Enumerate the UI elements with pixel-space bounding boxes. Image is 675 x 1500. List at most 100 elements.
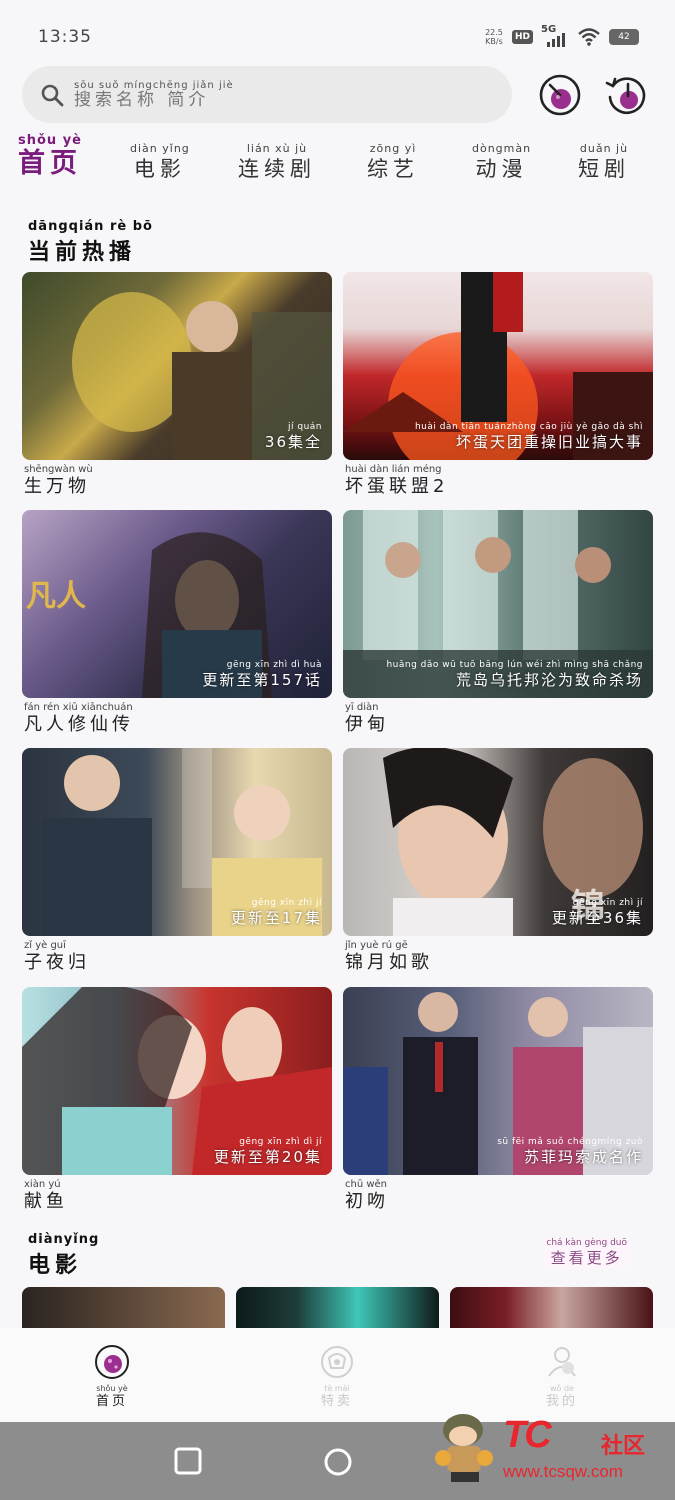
recents-icon[interactable] <box>174 1447 202 1475</box>
nav-sale[interactable]: tè mài 特卖 <box>297 1344 377 1410</box>
tab-variety[interactable]: zōng yì 综艺 <box>367 142 419 182</box>
badge-text: 更新至第157话 <box>202 671 322 689</box>
title-pinyin: jǐn yuè rú gē <box>345 940 408 951</box>
search-placeholder: sōu suǒ míngchēng jiǎn jiè 搜索名称 简介 <box>74 80 234 110</box>
title-pinyin: yī diàn <box>345 702 379 713</box>
card-title: 坏蛋联盟2 <box>345 476 449 497</box>
video-card[interactable]: 锦 gēng xīn zhì jí 更新至36集 jǐn yuè rú gē 锦月如… <box>343 748 653 974</box>
badge-pinyin: jí quán <box>288 422 322 432</box>
status-bar: 13:35 22.5 KB/s HD 5G 42 <box>0 0 675 62</box>
see-more-button[interactable]: chá kàn gèng duō 查看更多 <box>542 1238 631 1268</box>
screen: { "status": { "time": "13:35", "speed_to… <box>0 0 675 1500</box>
badge-text: 苏菲玛索成名作 <box>523 1148 643 1166</box>
search-bar[interactable]: sōu suǒ míngchēng jiǎn jiè 搜索名称 简介 <box>22 66 512 123</box>
hd-icon: HD <box>511 30 533 44</box>
tab-anime[interactable]: dòngmàn 动漫 <box>472 142 531 182</box>
tab-series[interactable]: lián xù jù 连续剧 <box>238 142 316 182</box>
title-pinyin: zǐ yè guī <box>24 940 66 951</box>
video-card[interactable]: 凡人 gēng xīn zhì dì huà 更新至第157话 fán rén x… <box>22 510 332 736</box>
badge-pinyin: huāng dǎo wū tuō bāng lún wéi zhì mìng s… <box>386 660 643 670</box>
badge-text: 36集全 <box>264 433 322 451</box>
title-pinyin: chū wěn <box>345 1179 388 1190</box>
section-title: 当前热播 <box>28 240 137 265</box>
nav-home[interactable]: shǒu yè 首页 <box>72 1344 152 1410</box>
see-more-label: 查看更多 <box>550 1249 623 1267</box>
home-icon[interactable] <box>323 1447 353 1477</box>
badge-text: 更新至36集 <box>551 909 643 927</box>
poster: jí quán 36集全 <box>22 272 332 460</box>
tab-label: 电影 <box>133 157 186 181</box>
tab-movie[interactable]: diàn yǐng 电影 <box>130 142 190 182</box>
history-icon[interactable] <box>603 72 649 118</box>
section-title: 电影 <box>28 1253 83 1278</box>
planet-timer-icon[interactable] <box>537 72 583 118</box>
card-caption: yī diàn 伊甸 <box>343 702 653 736</box>
nav-profile[interactable]: wǒ de 我的 <box>522 1344 602 1410</box>
episode-badge: gēng xīn zhì jí 更新至36集 <box>552 898 643 928</box>
nav-label: 特卖 <box>320 1394 353 1409</box>
tab-label: 连续剧 <box>238 157 316 181</box>
nav-pinyin: shǒu yè <box>96 1384 128 1393</box>
episode-badge: huài dàn tiān tuánzhòng cāo jiù yè gǎo d… <box>415 422 643 452</box>
video-card[interactable]: gēng xīn zhì jí 更新至17集 zǐ yè guī 子夜归 <box>22 748 332 974</box>
card-caption: xiàn yú 献鱼 <box>22 1179 332 1213</box>
card-caption: fán rén xiū xiānchuán 凡人修仙传 <box>22 702 332 736</box>
section-pinyin: dāngqián rè bō <box>28 219 153 234</box>
wifi-icon <box>578 28 600 46</box>
tab-pinyin: shǒu yè <box>18 133 82 148</box>
tab-short[interactable]: duǎn jù 短剧 <box>578 142 630 182</box>
card-title: 生万物 <box>24 476 90 497</box>
speed-value: 22.5 <box>485 28 503 37</box>
badge-pinyin: huài dàn tiān tuánzhòng cāo jiù yè gǎo d… <box>414 422 643 432</box>
card-caption: zǐ yè guī 子夜归 <box>22 940 332 974</box>
badge-text: 更新至第20集 <box>213 1148 322 1166</box>
episode-badge: gēng xīn zhì dì huà 更新至第157话 <box>202 660 322 690</box>
clock: 13:35 <box>38 27 92 47</box>
card-caption: chū wěn 初吻 <box>343 1179 653 1213</box>
tab-pinyin: diàn yǐng <box>130 142 190 155</box>
episode-badge: gēng xīn zhì jí 更新至17集 <box>231 898 322 928</box>
see-more-pinyin: chá kàn gèng duō <box>546 1238 627 1248</box>
search-placeholder-text: 搜索名称 简介 <box>74 90 210 110</box>
poster: 锦 gēng xīn zhì jí 更新至36集 <box>343 748 653 936</box>
episode-badge: jí quán 36集全 <box>265 422 322 452</box>
badge-text: 荒岛乌托邦沦为致命杀场 <box>455 671 643 689</box>
speed-unit: KB/s <box>485 37 503 46</box>
tab-pinyin: duǎn jù <box>579 142 629 155</box>
episode-badge: huāng dǎo wū tuō bāng lún wéi zhì mìng s… <box>386 660 643 690</box>
section-movie-title: diànyǐng 电影 <box>28 1232 99 1279</box>
nav-pinyin: wǒ de <box>550 1384 574 1393</box>
network-speed: 22.5 KB/s <box>484 28 504 46</box>
badge-pinyin: gēng xīn zhì jí <box>251 898 322 908</box>
card-caption: jǐn yuè rú gē 锦月如歌 <box>343 940 653 974</box>
card-title: 伊甸 <box>345 714 389 735</box>
battery-icon: 42 <box>609 29 639 45</box>
video-card[interactable]: jí quán 36集全 shēngwàn wù 生万物 <box>22 272 332 498</box>
poster: huāng dǎo wū tuō bāng lún wéi zhì mìng s… <box>343 510 653 698</box>
nav-label: 首页 <box>95 1394 128 1409</box>
search-icon <box>41 84 64 107</box>
poster: gēng xīn zhì jí 更新至17集 <box>22 748 332 936</box>
video-card[interactable]: huài dàn tiān tuánzhòng cāo jiù yè gǎo d… <box>343 272 653 498</box>
video-card[interactable]: huāng dǎo wū tuō bāng lún wéi zhì mìng s… <box>343 510 653 736</box>
badge-text: 更新至17集 <box>230 909 322 927</box>
video-card[interactable]: sū fēi mǎ suǒ chéngmíng zuò 苏菲玛索成名作 chū w… <box>343 987 653 1213</box>
badge-pinyin: gēng xīn zhì dì jí <box>239 1137 322 1147</box>
tab-label: 短剧 <box>578 157 630 181</box>
watermark-text: 社区 <box>601 1434 646 1459</box>
tab-pinyin: zōng yì <box>369 142 417 155</box>
signal-icon: 5G <box>541 24 569 47</box>
title-pinyin: huài dàn lián méng <box>345 464 442 475</box>
video-card[interactable]: gēng xīn zhì dì jí 更新至第20集 xiàn yú 献鱼 <box>22 987 332 1213</box>
tab-home[interactable]: shǒu yè 首页 <box>18 134 82 180</box>
badge-pinyin: gēng xīn zhì jí <box>572 898 643 908</box>
poster: sū fēi mǎ suǒ chéngmíng zuò 苏菲玛索成名作 <box>343 987 653 1175</box>
badge-pinyin: gēng xīn zhì dì huà <box>226 660 322 670</box>
poster: huài dàn tiān tuánzhòng cāo jiù yè gǎo d… <box>343 272 653 460</box>
card-title: 初吻 <box>345 1191 389 1212</box>
tab-label: 首页 <box>18 148 82 179</box>
card-caption: huài dàn lián méng 坏蛋联盟2 <box>343 464 653 498</box>
card-title: 凡人修仙传 <box>24 714 134 735</box>
watermark-url: www.tcsqw.com <box>503 1462 623 1481</box>
episode-badge: sū fēi mǎ suǒ chéngmíng zuò 苏菲玛索成名作 <box>497 1137 643 1167</box>
